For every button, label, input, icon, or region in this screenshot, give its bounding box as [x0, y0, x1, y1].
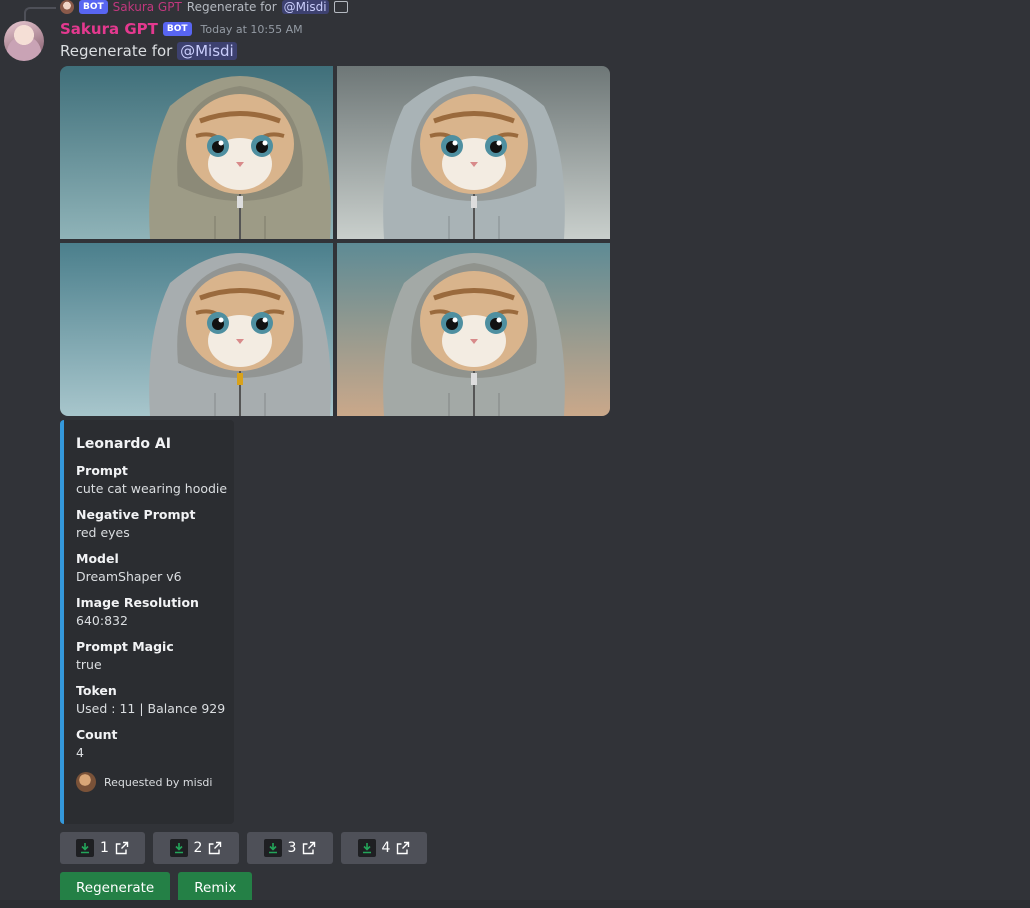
user-mention[interactable]: @Misdi: [177, 42, 237, 60]
download-icon: [169, 839, 188, 857]
embed-field: Count 4: [76, 726, 222, 762]
reply-spine: [24, 7, 56, 21]
discord-chat: BOT Sakura GPT Regenerate for @Misdi Sak…: [0, 0, 1030, 908]
generated-image-4[interactable]: [337, 243, 610, 416]
embed-title: Leonardo AI: [76, 436, 171, 452]
image-icon: [333, 1, 348, 13]
reply-bot-tag: BOT: [79, 0, 108, 14]
embed-field: Prompt cute cat wearing hoodie: [76, 462, 228, 498]
external-link-icon: [302, 841, 316, 855]
bot-tag: BOT: [162, 22, 192, 36]
download-icon: [76, 839, 95, 857]
download-button-label: 4: [381, 840, 391, 856]
scroll-edge: [0, 900, 1030, 908]
external-link-icon: [115, 841, 129, 855]
cat-image-3: [60, 243, 333, 416]
field-value: Used : 11 | Balance 929: [76, 701, 226, 716]
embed-field: Token Used : 11 | Balance 929: [76, 682, 226, 718]
download-button-2[interactable]: 2: [153, 832, 239, 864]
cat-image-2: [337, 66, 610, 239]
image-grid: [60, 66, 610, 416]
username[interactable]: Sakura GPT: [60, 20, 158, 38]
footer-text: Requested by misdi: [104, 775, 213, 789]
embed-field: Image Resolution 640:832: [76, 594, 222, 630]
footer-avatar: [76, 772, 96, 792]
download-button-3[interactable]: 3: [247, 832, 333, 864]
download-icon: [357, 839, 376, 857]
reply-avatar: [60, 0, 74, 14]
field-value: 4: [76, 745, 84, 760]
embed-footer: Requested by misdi: [76, 772, 222, 792]
cat-image-1: [60, 66, 333, 239]
timestamp: Today at 10:55 AM: [200, 22, 303, 36]
download-icon: [263, 839, 282, 857]
field-name: Prompt Magic: [76, 639, 174, 654]
external-link-icon: [396, 841, 410, 855]
reply-username[interactable]: Sakura GPT: [113, 0, 182, 14]
download-button-label: 1: [100, 840, 109, 856]
field-value: 640:832: [76, 613, 128, 628]
message-text-prefix: Regenerate for: [60, 42, 178, 60]
field-name: Count: [76, 727, 118, 742]
field-name: Prompt: [76, 463, 128, 478]
field-value: red eyes: [76, 525, 130, 540]
field-value: DreamShaper v6: [76, 569, 182, 584]
reply-text: Regenerate for: [186, 0, 277, 14]
reply-mention[interactable]: @Misdi: [281, 0, 329, 14]
download-button-label: 3: [287, 840, 297, 856]
reply-reference[interactable]: BOT Sakura GPT Regenerate for @Misdi: [60, 0, 348, 14]
generated-image-2[interactable]: [337, 66, 610, 239]
embed-field: Negative Prompt red eyes: [76, 506, 222, 542]
field-name: Image Resolution: [76, 595, 199, 610]
avatar[interactable]: [4, 21, 44, 61]
download-button-1[interactable]: 1: [60, 832, 145, 864]
field-value: true: [76, 657, 102, 672]
external-link-icon: [208, 841, 222, 855]
field-name: Negative Prompt: [76, 507, 196, 522]
message-text: Regenerate for @Misdi: [60, 42, 237, 60]
embed-field: Prompt Magic true: [76, 638, 222, 674]
generated-image-1[interactable]: [60, 66, 333, 239]
field-value: cute cat wearing hoodie: [76, 481, 228, 496]
embed-card: Leonardo AI Prompt cute cat wearing hood…: [60, 420, 234, 824]
field-name: Model: [76, 551, 119, 566]
download-button-4[interactable]: 4: [341, 832, 427, 864]
embed-field: Model DreamShaper v6: [76, 550, 222, 586]
cat-image-4: [337, 243, 610, 416]
message-header: Sakura GPT BOT Today at 10:55 AM: [60, 20, 303, 38]
download-button-row: 1 2 3 4: [60, 832, 427, 864]
field-name: Token: [76, 683, 117, 698]
generated-image-3[interactable]: [60, 243, 333, 416]
download-button-label: 2: [193, 840, 203, 856]
